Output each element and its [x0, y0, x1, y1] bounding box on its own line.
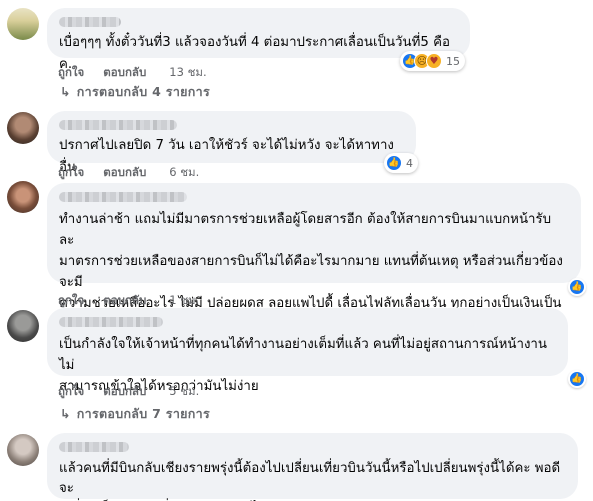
comment-bubble: แล้วคนที่มีบินกลับเชียงรายพรุ่งนี้ต้องไป… — [47, 433, 578, 499]
avatar[interactable] — [7, 310, 39, 342]
timestamp[interactable]: 6 ชม. — [169, 164, 199, 182]
comment-bubble: เป็นกำลังใจให้เจ้าหน้าที่ทุกคนได้ทำงานอย… — [47, 308, 568, 394]
reply-arrow-icon: ↳ — [60, 406, 71, 421]
author-name[interactable] — [59, 120, 177, 130]
thumbs-up-icon[interactable]: 👍 — [568, 278, 586, 296]
like-button[interactable]: ถูกใจ — [58, 64, 84, 82]
author-name[interactable] — [59, 442, 129, 452]
like-button[interactable]: ถูกใจ — [58, 164, 84, 182]
comment-text: แล้วคนที่มีบินกลับเชียงรายพรุ่งนี้ต้องไป… — [59, 461, 561, 496]
reaction-count: 15 — [446, 54, 460, 68]
comment-actions: ถูกใจ ตอบกลับ 13 ชม. — [58, 64, 226, 82]
avatar[interactable] — [7, 8, 39, 40]
reply-arrow-icon: ↳ — [60, 84, 71, 99]
reaction-summary[interactable]: 👍 4 — [384, 153, 418, 173]
avatar[interactable] — [7, 112, 39, 144]
comment-bubble: ทำงานล่าช้า แถมไม่มีมาตรการช่วยเหลือผู้โ… — [47, 183, 581, 332]
view-replies-label: การตอบกลับ 4 รายการ — [76, 84, 210, 99]
thumbs-up-icon: 👍 — [386, 155, 402, 171]
view-replies-label: การตอบกลับ 7 รายการ — [76, 406, 210, 421]
view-replies-link[interactable]: ↳ การตอบกลับ 7 รายการ — [60, 404, 210, 424]
care-face-icon: ♥ — [426, 53, 442, 69]
reply-button[interactable]: ตอบกลับ — [103, 64, 146, 82]
timestamp[interactable]: 5 ชม. — [169, 383, 199, 401]
author-name[interactable] — [59, 192, 187, 202]
view-replies-link[interactable]: ↳ การตอบกลับ 4 รายการ — [60, 82, 210, 102]
timestamp[interactable]: 13 ชม. — [169, 64, 206, 82]
avatar[interactable] — [7, 434, 39, 466]
avatar[interactable] — [7, 181, 39, 213]
like-button[interactable]: ถูกใจ — [58, 383, 84, 401]
reaction-count: 4 — [406, 156, 413, 170]
reply-button[interactable]: ตอบกลับ — [103, 383, 146, 401]
reaction-summary[interactable]: 👍 ☹ ♥ 15 — [400, 51, 465, 71]
comment-actions: ถูกใจ ตอบกลับ 5 ชม. — [58, 383, 218, 401]
author-name[interactable] — [59, 17, 121, 27]
thumbs-up-icon[interactable]: 👍 — [568, 370, 586, 388]
comment-actions: ถูกใจ ตอบกลับ 6 ชม. — [58, 164, 218, 182]
author-name[interactable] — [59, 317, 163, 327]
reply-button[interactable]: ตอบกลับ — [103, 164, 146, 182]
comment-bubble: ปรกาศไปเลยปิด 7 วัน เอาให้ชัวร์ จะได้ไม่… — [47, 111, 416, 175]
